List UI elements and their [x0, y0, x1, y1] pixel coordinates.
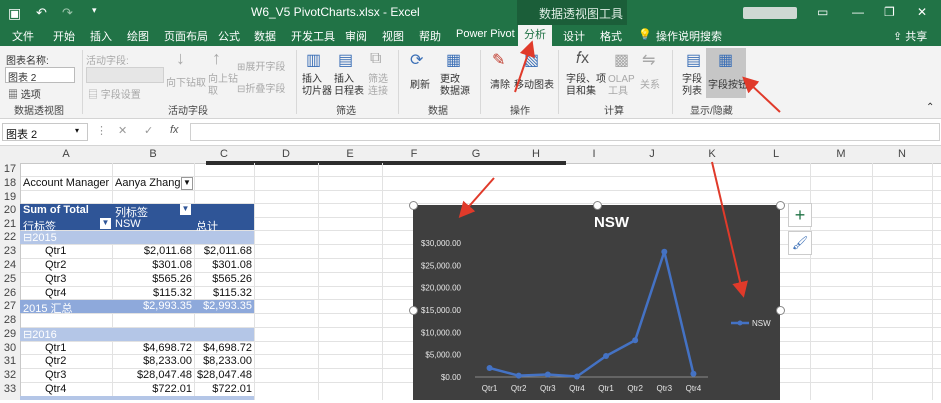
- arrow-to-field-buttons: [742, 76, 781, 113]
- arrow-to-legend: [711, 161, 748, 298]
- arrow-to-analyze-tab: [514, 40, 535, 93]
- annotation-arrows: [458, 40, 781, 298]
- arrow-to-chart: [458, 177, 495, 218]
